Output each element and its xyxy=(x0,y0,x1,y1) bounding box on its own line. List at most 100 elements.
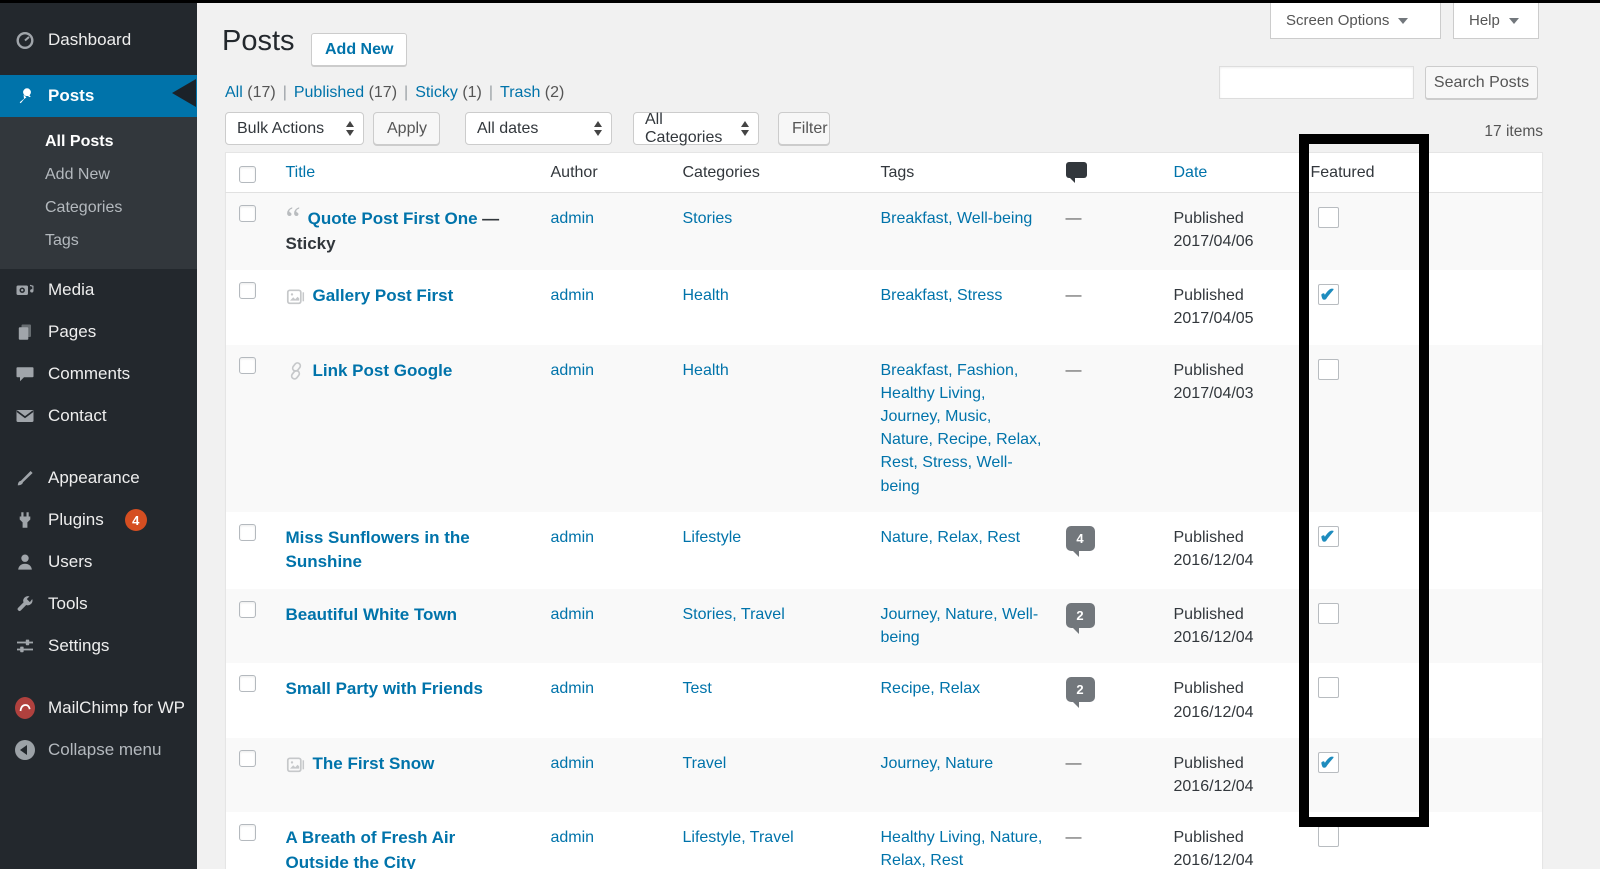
select-arrows-icon xyxy=(594,121,602,136)
view-trash-link[interactable]: Trash xyxy=(500,84,540,101)
row-checkbox[interactable] xyxy=(239,824,256,842)
author-link[interactable]: admin xyxy=(551,755,595,772)
select-all-checkbox[interactable] xyxy=(239,165,256,183)
featured-checkbox[interactable] xyxy=(1317,826,1339,848)
row-checkbox[interactable] xyxy=(239,601,256,619)
all-dates-select[interactable]: All dates xyxy=(465,112,612,145)
author-link[interactable]: admin xyxy=(551,287,595,304)
submenu-add-new[interactable]: Add New xyxy=(0,158,197,191)
sidebar-label: Appearance xyxy=(48,468,140,487)
row-checkbox[interactable] xyxy=(239,749,256,767)
sidebar-item-pages[interactable]: Pages xyxy=(0,311,197,353)
featured-checkbox[interactable] xyxy=(1317,524,1339,551)
featured-column-header: Featured xyxy=(1300,152,1430,193)
sidebar-item-plugins[interactable]: Plugins 4 xyxy=(0,499,197,541)
tag-links[interactable]: Breakfast, Fashion, Healthy Living, Jour… xyxy=(881,362,1042,495)
sort-by-date-link[interactable]: Date xyxy=(1174,164,1208,181)
category-links[interactable]: Lifestyle, Travel xyxy=(683,829,794,846)
tag-links[interactable]: Breakfast, Stress xyxy=(881,287,1003,304)
tag-links[interactable]: Healthy Living, Nature, Relax, Rest xyxy=(881,829,1043,869)
tag-links[interactable]: Journey, Nature, Well-being xyxy=(881,606,1039,646)
post-title-link[interactable]: A Breath of Fresh Air Outside the City xyxy=(286,828,456,869)
tag-links[interactable]: Nature, Relax, Rest xyxy=(881,529,1021,546)
post-title-link[interactable]: The First Snow xyxy=(313,754,435,773)
sidebar-item-dashboard[interactable]: Dashboard xyxy=(0,19,197,61)
submenu-tags[interactable]: Tags xyxy=(0,224,197,257)
row-checkbox[interactable] xyxy=(239,675,256,693)
envelope-icon xyxy=(15,406,35,426)
submenu-categories[interactable]: Categories xyxy=(0,191,197,224)
category-links[interactable]: Travel xyxy=(683,755,727,772)
search-posts-button[interactable]: Search Posts xyxy=(1425,66,1538,99)
view-count: (17) xyxy=(247,84,276,101)
row-checkbox[interactable] xyxy=(239,356,256,374)
author-link[interactable]: admin xyxy=(551,829,595,846)
add-new-button[interactable]: Add New xyxy=(311,33,408,66)
apply-button[interactable]: Apply xyxy=(373,112,440,145)
row-checkbox[interactable] xyxy=(239,282,256,300)
search-input[interactable] xyxy=(1219,66,1414,99)
sidebar-label: MailChimp for WP xyxy=(48,698,185,717)
post-title-link[interactable]: Gallery Post First xyxy=(313,286,454,305)
all-categories-select[interactable]: All Categories xyxy=(633,111,759,146)
sidebar-item-media[interactable]: Media xyxy=(0,269,197,311)
category-links[interactable]: Health xyxy=(683,287,729,304)
collapse-icon xyxy=(15,740,35,760)
row-checkbox[interactable] xyxy=(239,523,256,541)
tag-links[interactable]: Journey, Nature xyxy=(881,755,994,772)
view-sticky-link[interactable]: Sticky xyxy=(415,84,458,101)
author-link[interactable]: admin xyxy=(551,362,595,379)
select-arrows-icon xyxy=(741,121,749,136)
user-icon xyxy=(15,552,35,572)
sidebar-item-posts[interactable]: Posts xyxy=(0,75,197,117)
comment-count-bubble[interactable]: 4 xyxy=(1065,525,1095,557)
author-link[interactable]: admin xyxy=(551,680,595,697)
tag-links[interactable]: Recipe, Relax xyxy=(881,680,981,697)
row-checkbox[interactable] xyxy=(239,205,256,222)
category-links[interactable]: Stories, Travel xyxy=(683,606,785,623)
post-title-link[interactable]: Miss Sunflowers in the Sunshine xyxy=(286,528,470,572)
sidebar-item-mailchimp[interactable]: MailChimp for WP xyxy=(0,687,197,729)
bulk-actions-select[interactable]: Bulk Actions xyxy=(225,112,364,145)
tag-links[interactable]: Breakfast, Well-being xyxy=(881,210,1033,227)
top-black-strip xyxy=(0,0,1600,3)
post-title-link[interactable]: Quote Post First One xyxy=(308,209,478,228)
view-published-link[interactable]: Published xyxy=(294,84,364,101)
category-links[interactable]: Test xyxy=(683,680,712,697)
author-link[interactable]: admin xyxy=(551,210,595,227)
featured-checkbox[interactable] xyxy=(1317,603,1339,625)
mailchimp-icon xyxy=(15,697,35,719)
screen-options-button[interactable]: Screen Options xyxy=(1270,3,1441,39)
sidebar-item-settings[interactable]: Settings xyxy=(0,625,197,667)
category-links[interactable]: Stories xyxy=(683,210,733,227)
sidebar-item-collapse-menu[interactable]: Collapse menu xyxy=(0,729,197,771)
submenu-all-posts[interactable]: All Posts xyxy=(0,125,197,158)
comment-count-bubble[interactable]: 2 xyxy=(1065,677,1095,709)
featured-checkbox[interactable] xyxy=(1317,677,1339,699)
comment-count-bubble[interactable]: 2 xyxy=(1065,603,1095,635)
help-button[interactable]: Help xyxy=(1453,3,1539,39)
all-dates-value: All dates xyxy=(477,119,539,137)
page-title: Posts xyxy=(222,25,295,57)
post-title-link[interactable]: Small Party with Friends xyxy=(286,679,483,698)
featured-checkbox[interactable] xyxy=(1317,358,1339,380)
author-link[interactable]: admin xyxy=(551,529,595,546)
post-title-link[interactable]: Beautiful White Town xyxy=(286,605,458,624)
featured-checkbox[interactable] xyxy=(1317,207,1339,228)
view-all-link[interactable]: All xyxy=(225,84,243,101)
link-post-icon xyxy=(286,361,306,381)
sort-by-title-link[interactable]: Title xyxy=(286,164,316,181)
author-link[interactable]: admin xyxy=(551,606,595,623)
featured-checkbox[interactable] xyxy=(1317,282,1339,310)
category-links[interactable]: Lifestyle xyxy=(683,529,742,546)
sidebar-item-comments[interactable]: Comments xyxy=(0,353,197,395)
sidebar-item-tools[interactable]: Tools xyxy=(0,583,197,625)
sidebar-item-contact[interactable]: Contact xyxy=(0,395,197,437)
sidebar-item-appearance[interactable]: Appearance xyxy=(0,457,197,499)
screen-options-label: Screen Options xyxy=(1286,12,1390,29)
filter-button[interactable]: Filter xyxy=(778,112,830,145)
post-title-link[interactable]: Link Post Google xyxy=(313,361,453,380)
category-links[interactable]: Health xyxy=(683,362,729,379)
featured-checkbox[interactable] xyxy=(1317,750,1339,777)
sidebar-item-users[interactable]: Users xyxy=(0,541,197,583)
